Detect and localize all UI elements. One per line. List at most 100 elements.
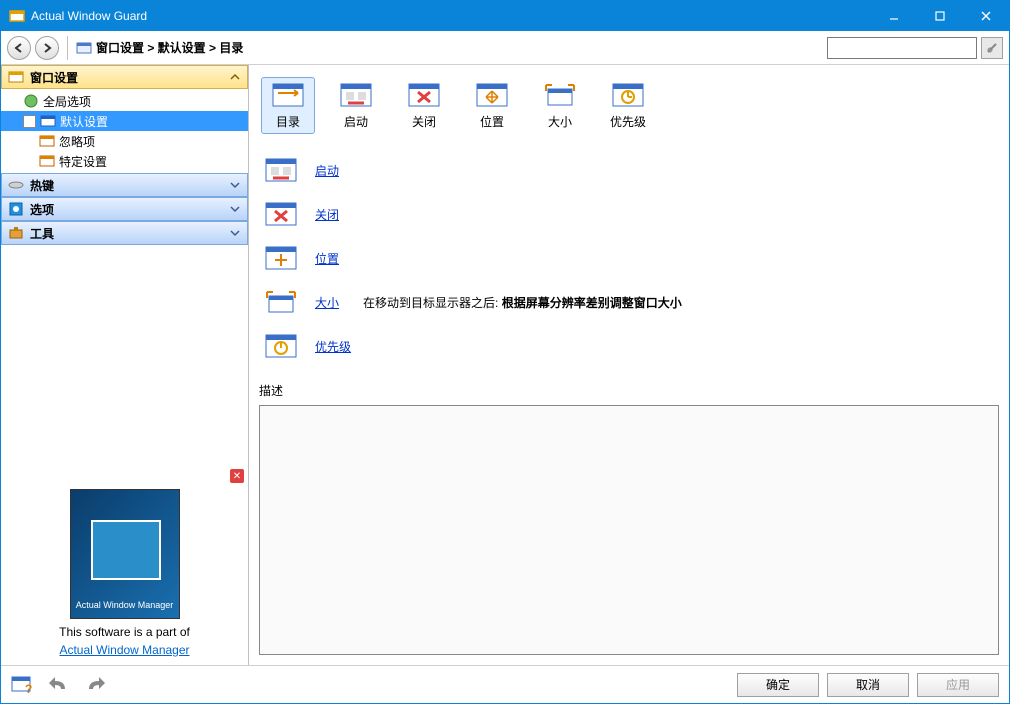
- tree-item-global[interactable]: 全局选项: [1, 91, 248, 111]
- tab-label: 位置: [480, 113, 504, 130]
- description-label: 描述: [259, 382, 999, 399]
- chevron-down-icon: [229, 179, 241, 191]
- tab-size[interactable]: 大小: [533, 77, 587, 134]
- window-icon: [40, 113, 56, 129]
- main-panel: 目录 启动 关闭 位置 大小: [249, 65, 1009, 665]
- accordion-hotkeys[interactable]: 热键: [1, 173, 248, 197]
- close-icon: [263, 200, 299, 228]
- ok-button[interactable]: 确定: [737, 673, 819, 697]
- tab-label: 优先级: [610, 113, 646, 130]
- link-row-size: 大小 在移动到目标显示器之后: 根据屏幕分辨率差别调整窗口大小: [259, 280, 999, 324]
- tree-label: 默认设置: [60, 113, 108, 130]
- tab-close[interactable]: 关闭: [397, 77, 451, 134]
- index-icon: [270, 81, 306, 109]
- tab-startup[interactable]: 启动: [329, 77, 383, 134]
- tools-icon: [8, 225, 24, 241]
- close-icon: [406, 81, 442, 109]
- cancel-button[interactable]: 取消: [827, 673, 909, 697]
- link-row-priority: 优先级: [259, 324, 999, 368]
- back-button[interactable]: [7, 36, 31, 60]
- accordion-label: 热键: [30, 177, 54, 194]
- position-icon: [263, 244, 299, 272]
- tab-position[interactable]: 位置: [465, 77, 519, 134]
- link-row-close: 关闭: [259, 192, 999, 236]
- search-button[interactable]: [981, 37, 1003, 59]
- forward-button[interactable]: [35, 36, 59, 60]
- startup-icon: [263, 156, 299, 184]
- tree-label: 全局选项: [43, 93, 91, 110]
- help-icon[interactable]: ?: [11, 675, 35, 695]
- accordion-window-settings[interactable]: 窗口设置: [1, 65, 248, 89]
- tree-item-specific[interactable]: 特定设置: [1, 151, 248, 171]
- svg-text:?: ?: [25, 682, 32, 695]
- desc-bold: 根据屏幕分辨率差别调整窗口大小: [502, 296, 682, 310]
- category-toolbar: 目录 启动 关闭 位置 大小: [259, 73, 999, 142]
- search-input[interactable]: [827, 37, 977, 59]
- close-button[interactable]: [963, 1, 1009, 31]
- footer: ? 确定 取消 应用: [1, 665, 1009, 703]
- product-box-label: Actual Window Manager: [71, 600, 179, 610]
- ad-text: This software is a part of: [9, 625, 240, 639]
- ad-link[interactable]: Actual Window Manager: [59, 643, 189, 657]
- link-row-position: 位置: [259, 236, 999, 280]
- redo-icon[interactable]: [83, 675, 107, 695]
- ignore-icon: [39, 133, 55, 149]
- ad-close-button[interactable]: ✕: [230, 469, 244, 483]
- chevron-down-icon: [229, 227, 241, 239]
- folder-icon: [76, 40, 92, 56]
- accordion-label: 选项: [30, 201, 54, 218]
- undo-icon[interactable]: [47, 675, 71, 695]
- link-close[interactable]: 关闭: [315, 206, 339, 223]
- window-title: Actual Window Guard: [31, 9, 871, 23]
- specific-icon: [39, 153, 55, 169]
- startup-icon: [338, 81, 374, 109]
- desc-prefix: 在移动到目标显示器之后:: [363, 296, 498, 310]
- hotkey-icon: [8, 177, 24, 193]
- size-icon: [263, 288, 299, 316]
- breadcrumb: 窗口设置 > 默认设置 > 目录: [76, 39, 823, 56]
- priority-icon: [263, 332, 299, 360]
- checkbox-checked-icon[interactable]: ✓: [23, 115, 36, 128]
- minimize-button[interactable]: [871, 1, 917, 31]
- separator: [67, 36, 68, 60]
- app-icon: [9, 8, 25, 24]
- accordion-tools[interactable]: 工具: [1, 221, 248, 245]
- link-position[interactable]: 位置: [315, 250, 339, 267]
- link-size[interactable]: 大小: [315, 294, 339, 311]
- chevron-up-icon: [229, 71, 241, 83]
- link-startup[interactable]: 启动: [315, 162, 339, 179]
- priority-icon: [610, 81, 646, 109]
- link-row-startup: 启动: [259, 148, 999, 192]
- tree: 全局选项 ✓ 默认设置 忽略项 特定设置: [1, 89, 248, 173]
- accordion-label: 工具: [30, 225, 54, 242]
- apply-button[interactable]: 应用: [917, 673, 999, 697]
- tree-label: 特定设置: [59, 153, 107, 170]
- tree-item-default[interactable]: ✓ 默认设置: [1, 111, 248, 131]
- tab-priority[interactable]: 优先级: [601, 77, 655, 134]
- tab-label: 大小: [548, 113, 572, 130]
- accordion-label: 窗口设置: [30, 69, 78, 86]
- product-box-image: Actual Window Manager: [70, 489, 180, 619]
- globe-icon: [23, 93, 39, 109]
- titlebar: Actual Window Guard: [1, 1, 1009, 31]
- maximize-button[interactable]: [917, 1, 963, 31]
- tab-label: 关闭: [412, 113, 436, 130]
- tab-label: 目录: [276, 113, 300, 130]
- link-list: 启动 关闭 位置 大小 在移动到目标显示器之后: 根据屏幕分辨率差别调整窗口大小: [259, 142, 999, 374]
- options-icon: [8, 201, 24, 217]
- size-icon: [542, 81, 578, 109]
- tree-item-ignore[interactable]: 忽略项: [1, 131, 248, 151]
- accordion-options[interactable]: 选项: [1, 197, 248, 221]
- link-priority[interactable]: 优先级: [315, 338, 351, 355]
- chevron-down-icon: [229, 203, 241, 215]
- tab-index[interactable]: 目录: [261, 77, 315, 134]
- tab-label: 启动: [344, 113, 368, 130]
- sidebar: 窗口设置 全局选项 ✓ 默认设置 忽略项: [1, 65, 249, 665]
- toolbar: 窗口设置 > 默认设置 > 目录: [1, 31, 1009, 65]
- position-icon: [474, 81, 510, 109]
- breadcrumb-text: 窗口设置 > 默认设置 > 目录: [96, 39, 243, 56]
- settings-icon: [8, 69, 24, 85]
- description-textarea[interactable]: [259, 405, 999, 655]
- sidebar-ad: ✕ Actual Window Manager This software is…: [1, 467, 248, 665]
- link-size-desc: 在移动到目标显示器之后: 根据屏幕分辨率差别调整窗口大小: [363, 294, 682, 311]
